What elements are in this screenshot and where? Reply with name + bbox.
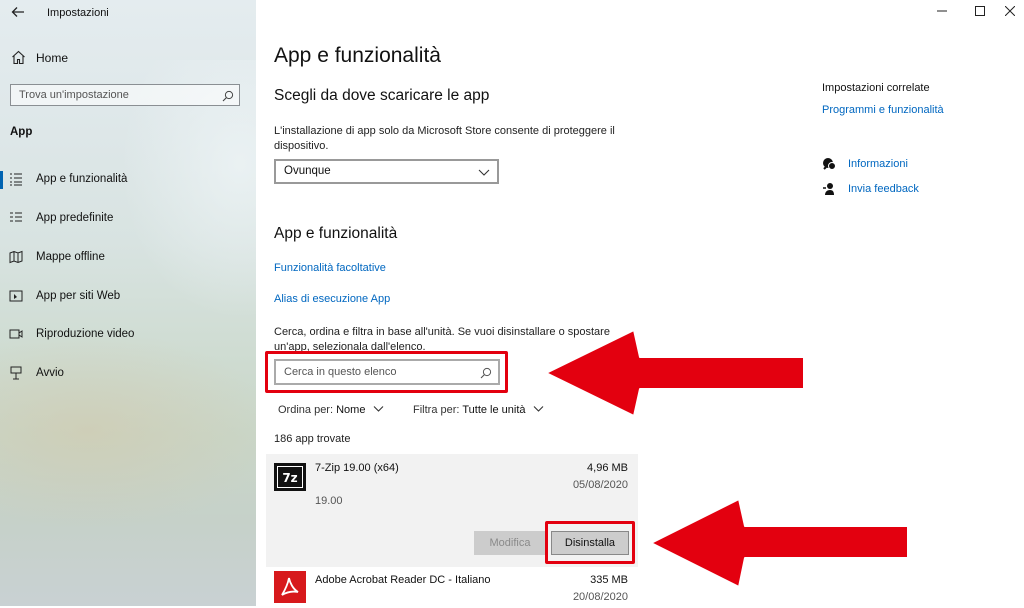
home-nav-item[interactable]: Home bbox=[0, 46, 256, 70]
home-label: Home bbox=[36, 51, 69, 65]
download-source-value: Ovunque bbox=[284, 165, 331, 177]
info-link[interactable]: Informazioni bbox=[848, 158, 908, 170]
sidebar-item-app-features[interactable]: App e funzionalità bbox=[0, 166, 256, 194]
back-arrow-icon[interactable] bbox=[10, 5, 26, 21]
programs-features-link[interactable]: Programmi e funzionalità bbox=[822, 104, 944, 116]
filter-label: Filtra per: bbox=[413, 404, 460, 416]
app-date: 20/08/2020 bbox=[572, 591, 628, 603]
search-highlight-box bbox=[265, 351, 508, 393]
download-source-dropdown[interactable]: Ovunque bbox=[274, 159, 499, 184]
title-bar: Impostazioni bbox=[0, 0, 256, 26]
video-icon bbox=[9, 327, 23, 341]
sort-by-control[interactable]: Ordina per: Nome bbox=[278, 404, 384, 416]
app-execution-alias-link[interactable]: Alias di esecuzione App bbox=[274, 293, 390, 305]
app-size: 4,96 MB bbox=[587, 462, 628, 474]
settings-search-input[interactable] bbox=[11, 85, 219, 105]
apps-features-heading: App e funzionalità bbox=[274, 225, 398, 242]
chevron-down-icon bbox=[478, 165, 490, 183]
app-date: 05/08/2020 bbox=[572, 479, 628, 491]
app-version: 19.00 bbox=[315, 495, 343, 507]
app-name: Adobe Acrobat Reader DC - Italiano bbox=[315, 574, 491, 586]
filter-by-control[interactable]: Filtra per: Tutte le unità bbox=[413, 404, 544, 416]
uninstall-highlight-box bbox=[545, 521, 635, 564]
chevron-down-icon bbox=[373, 404, 384, 416]
sidebar-item-offline-maps[interactable]: Mappe offline bbox=[0, 244, 256, 272]
sidebar-item-web-apps[interactable]: App per siti Web bbox=[0, 283, 256, 311]
related-settings-title: Impostazioni correlate bbox=[822, 82, 930, 94]
sort-label: Ordina per: bbox=[278, 404, 334, 416]
sidebar-item-label: App per siti Web bbox=[36, 290, 121, 302]
sidebar-item-label: App predefinite bbox=[36, 212, 114, 224]
sidebar-item-label: Mappe offline bbox=[36, 251, 105, 263]
search-icon[interactable] bbox=[222, 89, 234, 107]
sidebar: Impostazioni Home App App e funzionalità… bbox=[0, 0, 256, 606]
section-label-app: App bbox=[10, 126, 33, 138]
sidebar-item-startup[interactable]: Avvio bbox=[0, 360, 256, 388]
7zip-icon: 7z bbox=[274, 463, 306, 491]
sidebar-item-video-playback[interactable]: Riproduzione video bbox=[0, 321, 256, 349]
feedback-icon bbox=[822, 182, 836, 201]
modify-button[interactable]: Modifica bbox=[474, 531, 546, 555]
web-app-icon bbox=[9, 289, 23, 303]
red-arrow-icon bbox=[545, 329, 805, 417]
map-icon bbox=[9, 250, 23, 264]
apps-list-icon bbox=[9, 172, 23, 186]
download-source-heading: Scegli da dove scaricare le app bbox=[274, 87, 490, 104]
red-arrow-icon bbox=[650, 498, 909, 588]
sort-value: Nome bbox=[336, 404, 366, 416]
window-title: Impostazioni bbox=[47, 7, 109, 19]
sidebar-item-label: Riproduzione video bbox=[36, 328, 135, 340]
svg-text:7z: 7z bbox=[282, 471, 297, 485]
app-count: 186 app trovate bbox=[274, 433, 351, 445]
app-size: 335 MB bbox=[590, 574, 628, 586]
sidebar-item-label: Avvio bbox=[36, 367, 64, 379]
optional-features-link[interactable]: Funzionalità facoltative bbox=[274, 262, 386, 274]
page-title: App e funzionalità bbox=[274, 44, 441, 67]
home-icon bbox=[11, 50, 26, 70]
sidebar-item-label: App e funzionalità bbox=[36, 173, 128, 185]
acrobat-icon bbox=[274, 571, 306, 603]
chat-help-icon bbox=[822, 157, 836, 176]
startup-icon bbox=[9, 366, 23, 380]
settings-search-box[interactable] bbox=[10, 84, 240, 106]
default-apps-icon bbox=[9, 211, 23, 225]
download-source-description: L'installazione di app solo da Microsoft… bbox=[274, 125, 615, 152]
app-name: 7-Zip 19.00 (x64) bbox=[315, 462, 399, 474]
sidebar-item-default-apps[interactable]: App predefinite bbox=[0, 205, 256, 233]
send-feedback-link[interactable]: Invia feedback bbox=[848, 183, 919, 195]
filter-value: Tutte le unità bbox=[462, 404, 526, 416]
